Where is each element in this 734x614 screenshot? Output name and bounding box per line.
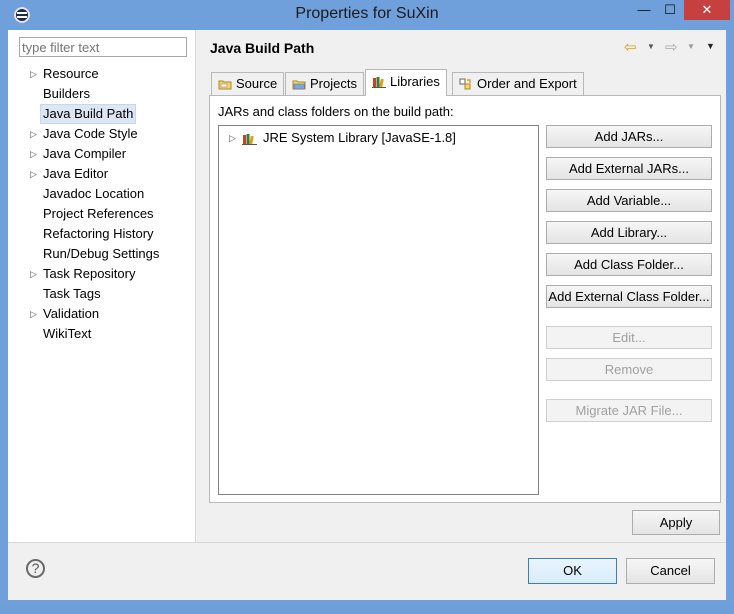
expand-arrow-icon[interactable]: ▷ bbox=[229, 129, 236, 147]
edit-button[interactable]: Edit... bbox=[546, 326, 712, 349]
tree-item-java-code-style[interactable]: ▷ Java Code Style bbox=[8, 124, 195, 144]
jre-library-icon bbox=[242, 134, 257, 145]
back-arrow-icon[interactable]: ⇦ bbox=[624, 38, 637, 56]
tree-item-javadoc-location[interactable]: Javadoc Location bbox=[8, 184, 195, 204]
tree-item-label: Run/Debug Settings bbox=[43, 246, 160, 261]
tab-projects-label: Projects bbox=[310, 76, 357, 91]
tab-source-label: Source bbox=[236, 76, 278, 91]
expand-arrow-icon[interactable]: ▷ bbox=[30, 144, 38, 164]
tree-item-task-repository[interactable]: ▷ Task Repository bbox=[8, 264, 195, 284]
dialog-window: Properties for SuXin — ☐ ✕ ▷ Resource Buil… bbox=[0, 0, 734, 606]
source-folder-icon bbox=[218, 80, 232, 90]
expand-arrow-icon[interactable]: ▷ bbox=[30, 264, 38, 284]
tree-item-java-editor[interactable]: ▷ Java Editor bbox=[8, 164, 195, 184]
add-variable-button[interactable]: Add Variable... bbox=[546, 189, 712, 212]
view-menu-icon[interactable]: ▼ bbox=[706, 41, 715, 51]
tree-item-label: Java Code Style bbox=[43, 126, 138, 141]
tree-item-label: Java Build Path bbox=[40, 104, 137, 124]
order-export-icon bbox=[459, 78, 471, 90]
tree-item-label: Builders bbox=[43, 86, 90, 101]
ok-button[interactable]: OK bbox=[528, 558, 617, 584]
add-class-folder-button[interactable]: Add Class Folder... bbox=[546, 253, 712, 276]
tree-item-refactoring-history[interactable]: Refactoring History bbox=[8, 224, 195, 244]
tab-order-export[interactable]: Order and Export bbox=[452, 72, 584, 95]
filter-input[interactable] bbox=[19, 37, 187, 57]
tree-item-label: Task Repository bbox=[43, 266, 136, 281]
dialog-client-area: ▷ResourceBuildersJava Build Path▷Java Co… bbox=[8, 30, 726, 600]
tab-libraries-label: Libraries bbox=[390, 74, 440, 89]
tree-item-resource[interactable]: ▷ Resource bbox=[8, 64, 195, 84]
build-path-label: JARs and class folders on the build path… bbox=[218, 104, 454, 119]
expand-arrow-icon[interactable]: ▷ bbox=[30, 304, 38, 324]
minimize-button[interactable]: — bbox=[631, 0, 657, 20]
add-external-jars-button[interactable]: Add External JARs... bbox=[546, 157, 712, 180]
tree-item-builders[interactable]: Builders bbox=[8, 84, 195, 104]
tab-projects[interactable]: Projects bbox=[285, 72, 364, 95]
back-dropdown-icon[interactable]: ▼ bbox=[647, 42, 655, 51]
forward-dropdown-icon[interactable]: ▼ bbox=[687, 42, 695, 51]
tree-item-java-build-path[interactable]: Java Build Path bbox=[8, 104, 195, 124]
tree-item-java-compiler[interactable]: ▷ Java Compiler bbox=[8, 144, 195, 164]
forward-arrow-icon[interactable]: ⇨ bbox=[665, 38, 678, 56]
expand-arrow-icon[interactable]: ▷ bbox=[30, 164, 38, 184]
tree-item-label: Validation bbox=[43, 306, 100, 321]
add-external-class-folder-button[interactable]: Add External Class Folder... bbox=[546, 285, 712, 308]
tree-item-wikitext[interactable]: WikiText bbox=[8, 324, 195, 344]
tab-libraries[interactable]: Libraries bbox=[365, 69, 447, 96]
tree-item-label: Resource bbox=[43, 66, 99, 81]
tree-item-label: Java Compiler bbox=[43, 146, 127, 161]
tree-item-label: Project References bbox=[43, 206, 154, 221]
tab-order-export-label: Order and Export bbox=[477, 76, 577, 91]
help-icon[interactable]: ? bbox=[26, 559, 45, 578]
remove-button[interactable]: Remove bbox=[546, 358, 712, 381]
migrate-jar-button[interactable]: Migrate JAR File... bbox=[546, 399, 712, 422]
tree-item-label: WikiText bbox=[43, 326, 92, 341]
apply-button[interactable]: Apply bbox=[632, 510, 720, 535]
page-title: Java Build Path bbox=[210, 40, 315, 56]
library-label: JRE System Library [JavaSE-1.8] bbox=[263, 130, 456, 145]
close-button[interactable]: ✕ bbox=[684, 0, 730, 20]
tree-item-task-tags[interactable]: Task Tags bbox=[8, 284, 195, 304]
title-bar[interactable]: Properties for SuXin — ☐ ✕ bbox=[0, 0, 734, 30]
tree-item-label: Refactoring History bbox=[43, 226, 154, 241]
tree-item-project-references[interactable]: Project References bbox=[8, 204, 195, 224]
tree-item-validation[interactable]: ▷ Validation bbox=[8, 304, 195, 324]
cancel-button[interactable]: Cancel bbox=[626, 558, 715, 584]
bottom-separator bbox=[8, 542, 726, 543]
property-page-tree: ▷ResourceBuildersJava Build Path▷Java Co… bbox=[8, 30, 196, 542]
add-library-button[interactable]: Add Library... bbox=[546, 221, 712, 244]
tree-item-label: Javadoc Location bbox=[43, 186, 145, 201]
libraries-panel: JARs and class folders on the build path… bbox=[209, 95, 721, 503]
maximize-button[interactable]: ☐ bbox=[657, 0, 683, 20]
add-jars-button[interactable]: Add JARs... bbox=[546, 125, 712, 148]
libraries-icon bbox=[372, 77, 386, 88]
expand-arrow-icon[interactable]: ▷ bbox=[30, 124, 38, 144]
projects-folder-icon bbox=[292, 80, 306, 90]
libraries-tree[interactable]: ▷ JRE System Library [JavaSE-1.8] bbox=[218, 125, 539, 495]
tree-list: ▷ Resource Builders Java Build Path ▷ Java Co… bbox=[8, 64, 195, 344]
expand-arrow-icon[interactable]: ▷ bbox=[30, 64, 38, 84]
tree-item-label: Java Editor bbox=[43, 166, 109, 181]
window-title: Properties for SuXin bbox=[295, 5, 439, 22]
tree-item-label: Task Tags bbox=[43, 286, 101, 301]
tab-source[interactable]: Source bbox=[211, 72, 285, 95]
tree-item-run-debug-settings[interactable]: Run/Debug Settings bbox=[8, 244, 195, 264]
